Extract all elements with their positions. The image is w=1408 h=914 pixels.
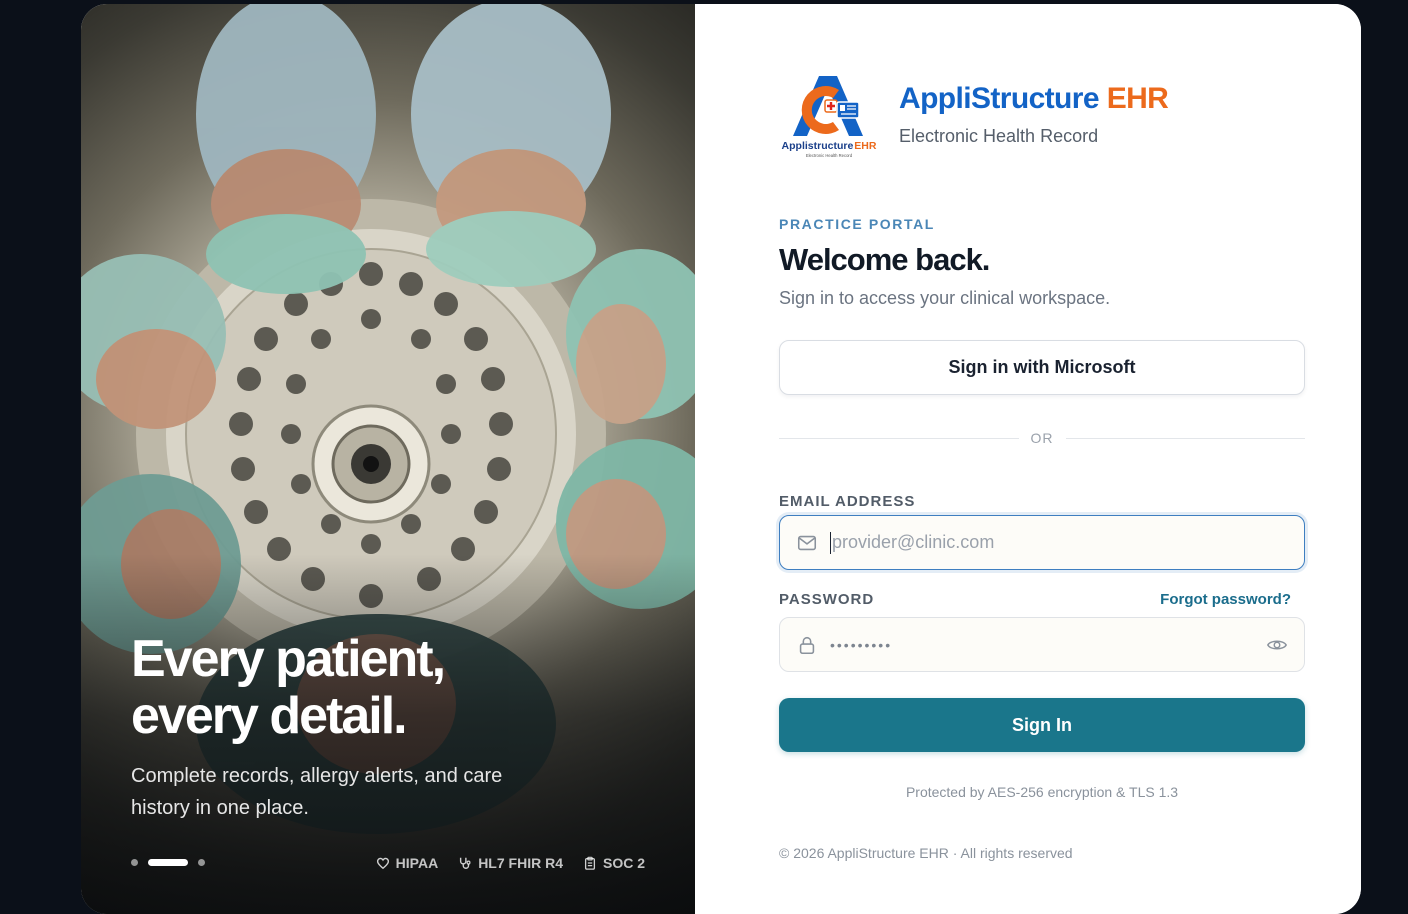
brand-name-accent: EHR bbox=[1106, 82, 1169, 115]
brand-name: AppliStructure EHR bbox=[899, 82, 1169, 116]
badge-fhir-label: HL7 FHIR R4 bbox=[478, 855, 563, 871]
microsoft-signin-button[interactable]: Sign in with Microsoft bbox=[779, 340, 1305, 395]
page-title: Welcome back. bbox=[779, 242, 990, 277]
carousel-dot-3[interactable] bbox=[198, 859, 205, 866]
signin-button[interactable]: Sign In bbox=[779, 698, 1305, 752]
brand-text: AppliStructure EHR Electronic Health Rec… bbox=[899, 82, 1169, 147]
page-subtitle: Sign in to access your clinical workspac… bbox=[779, 288, 1111, 308]
or-divider: OR bbox=[779, 430, 1305, 446]
security-note: Protected by AES-256 encryption & TLS 1.… bbox=[905, 784, 1179, 800]
stethoscope-icon bbox=[460, 857, 471, 869]
divider-line-left bbox=[779, 437, 1019, 439]
password-field[interactable]: ••••••••• bbox=[779, 617, 1305, 672]
email-label: EMAIL ADDRESS bbox=[779, 493, 916, 510]
text-caret bbox=[830, 531, 831, 554]
hero-headline: Every patient, every detail. bbox=[131, 630, 446, 745]
divider-line-right bbox=[1065, 437, 1305, 439]
password-input[interactable]: ••••••••• bbox=[830, 637, 1266, 653]
heart-icon bbox=[376, 857, 389, 870]
brand-header: ApplistructureEHR Electronic Health Reco… bbox=[779, 70, 1169, 160]
badge-hipaa: HIPAA bbox=[376, 855, 439, 871]
clipboard-icon bbox=[584, 856, 596, 870]
hero-panel: Every patient, every detail. Complete re… bbox=[81, 4, 695, 914]
logo-caption: ApplistructureEHR bbox=[782, 140, 877, 152]
badge-fhir: HL7 FHIR R4 bbox=[458, 855, 563, 871]
brand-name-main: AppliStructure bbox=[899, 82, 1100, 115]
hero-subtitle: Complete records, allergy alerts, and ca… bbox=[131, 765, 503, 819]
carousel-dot-2-active[interactable] bbox=[148, 859, 188, 866]
copyright: © 2026 AppliStructure EHR · All rights r… bbox=[779, 845, 1073, 861]
hero-headline-line2: every detail. bbox=[131, 687, 408, 745]
mail-icon bbox=[797, 535, 817, 550]
brand-tagline: Electronic Health Record bbox=[899, 126, 1099, 146]
lock-icon bbox=[799, 636, 815, 654]
compliance-badges: HIPAA HL7 FHIR R4 SOC 2 bbox=[376, 855, 645, 871]
login-card: Every patient, every detail. Complete re… bbox=[81, 4, 1361, 914]
forgot-password-link[interactable]: Forgot password? bbox=[1160, 591, 1291, 608]
email-field[interactable] bbox=[779, 515, 1305, 570]
logo-subcaption: Electronic Health Record bbox=[806, 153, 853, 158]
hero-headline-line1: Every patient, bbox=[131, 630, 446, 688]
portal-eyebrow: PRACTICE PORTAL bbox=[779, 216, 935, 232]
badge-soc2-label: SOC 2 bbox=[602, 855, 645, 871]
divider-label: OR bbox=[1030, 430, 1054, 446]
eye-icon[interactable] bbox=[1266, 634, 1288, 656]
carousel-dot-1[interactable] bbox=[131, 859, 138, 866]
carousel-indicators bbox=[131, 859, 205, 866]
applistructure-logo-icon: ApplistructureEHR Electronic Health Reco… bbox=[782, 76, 877, 158]
brand-logo: ApplistructureEHR Electronic Health Reco… bbox=[779, 70, 879, 160]
email-input[interactable] bbox=[832, 532, 1304, 553]
signin-panel: ApplistructureEHR Electronic Health Reco… bbox=[695, 4, 1361, 914]
password-label: PASSWORD bbox=[779, 591, 875, 608]
badge-soc2: SOC 2 bbox=[583, 855, 645, 871]
badge-hipaa-label: HIPAA bbox=[395, 855, 439, 871]
